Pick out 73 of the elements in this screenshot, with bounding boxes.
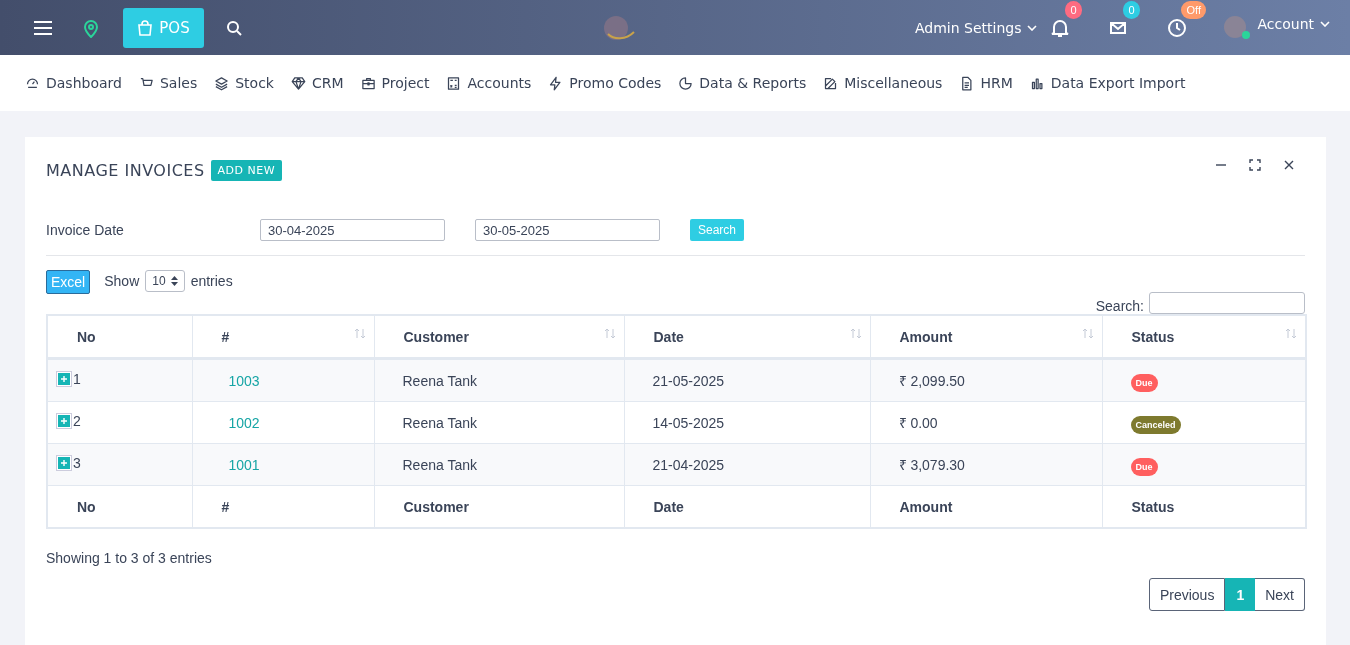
menu-icon[interactable] bbox=[33, 19, 53, 36]
avatar-icon[interactable] bbox=[1223, 14, 1252, 41]
nav-link[interactable]: Promo Codes bbox=[548, 75, 662, 91]
nav-link[interactable]: Stock bbox=[214, 75, 274, 91]
pie-chart-icon bbox=[678, 75, 694, 91]
table-cell: ₹ 0.00 bbox=[898, 415, 938, 431]
entries-info: Showing 1 to 3 of 3 entries bbox=[46, 550, 213, 566]
previous-button[interactable]: Previous bbox=[1148, 578, 1226, 611]
sort-icon bbox=[1081, 328, 1094, 339]
notification-badge: 0 bbox=[1065, 0, 1082, 19]
show-label: Show bbox=[104, 272, 140, 289]
table-cell: 14-05-2025 bbox=[652, 414, 725, 431]
table-cell: ₹ 2,099.50 bbox=[898, 373, 965, 389]
chevron-down-icon bbox=[1027, 24, 1038, 31]
table-cell: 21-05-2025 bbox=[652, 372, 725, 389]
expand-icon[interactable] bbox=[56, 455, 72, 471]
chevron-down-icon bbox=[1320, 20, 1330, 27]
clock-icon[interactable] bbox=[1167, 17, 1188, 38]
sort-icon bbox=[603, 328, 616, 339]
sort-icon bbox=[849, 328, 862, 339]
bell-icon[interactable] bbox=[1051, 17, 1070, 38]
table-cell: Reena Tank bbox=[402, 456, 477, 473]
nav-link[interactable]: Sales bbox=[138, 75, 198, 91]
expand-icon[interactable] bbox=[56, 371, 72, 387]
nav-link[interactable]: CRM bbox=[291, 75, 344, 91]
table-cell: Reena Tank bbox=[402, 372, 477, 389]
fullscreen-icon[interactable] bbox=[1249, 159, 1261, 171]
status-badge: Due bbox=[1130, 373, 1158, 392]
nav-link[interactable]: Miscellaneous bbox=[823, 75, 943, 91]
search-icon[interactable] bbox=[226, 19, 242, 36]
table-search-field[interactable] bbox=[1149, 292, 1305, 314]
panel-title: MANAGE INVOICES bbox=[46, 160, 205, 180]
nav-link[interactable]: Data Export Import bbox=[1029, 75, 1186, 91]
nav-link[interactable]: HRM bbox=[959, 75, 1013, 91]
briefcase-icon bbox=[360, 75, 376, 91]
next-button[interactable]: Next bbox=[1255, 578, 1305, 611]
page-size-select[interactable]: 10 bbox=[145, 270, 185, 292]
nav-link[interactable]: Project bbox=[360, 75, 430, 91]
table-cell: 21-04-2025 bbox=[652, 456, 725, 473]
close-icon[interactable] bbox=[1283, 159, 1295, 171]
bar-chart-icon bbox=[1029, 75, 1045, 91]
status-badge: Canceled bbox=[1130, 415, 1181, 434]
table-cell: Reena Tank bbox=[402, 414, 477, 431]
sort-icon bbox=[1285, 328, 1297, 339]
edit-icon bbox=[823, 75, 839, 91]
account-menu[interactable]: Account bbox=[1257, 15, 1330, 32]
date-field[interactable]: 30-04-2025 bbox=[260, 219, 445, 241]
table-cell: 2 bbox=[73, 413, 81, 429]
table-cell: 3 bbox=[73, 455, 81, 471]
admin-settings-menu[interactable]: Admin Settings bbox=[914, 19, 1038, 36]
table-cell: ₹ 3,079.30 bbox=[898, 457, 965, 473]
status-badge: Due bbox=[1130, 457, 1158, 476]
gauge-icon bbox=[25, 75, 40, 91]
calculator-icon bbox=[446, 75, 462, 91]
field-label: Invoice Date bbox=[46, 222, 125, 238]
expand-icon[interactable] bbox=[56, 413, 72, 429]
entries-label: entries bbox=[190, 272, 233, 289]
document-icon bbox=[959, 75, 975, 91]
map-pin-icon[interactable] bbox=[83, 17, 99, 38]
sort-arrows-icon bbox=[170, 276, 178, 286]
nav-link[interactable]: Dashboard bbox=[25, 75, 122, 91]
clock-status-badge: Off bbox=[1181, 0, 1206, 19]
nav-link[interactable]: Data & Reports bbox=[678, 75, 807, 91]
shopping-bag-icon bbox=[137, 19, 154, 36]
search-label: Search: bbox=[1095, 297, 1144, 314]
nav-link[interactable]: Accounts bbox=[446, 75, 532, 91]
mail-icon[interactable] bbox=[1109, 19, 1128, 36]
table-cell: 1 bbox=[73, 371, 81, 387]
layers-icon bbox=[214, 75, 230, 91]
message-badge: 0 bbox=[1123, 0, 1140, 19]
date-field[interactable]: 30-05-2025 bbox=[475, 219, 660, 241]
sort-icon bbox=[353, 328, 366, 339]
diamond-icon bbox=[291, 75, 306, 91]
